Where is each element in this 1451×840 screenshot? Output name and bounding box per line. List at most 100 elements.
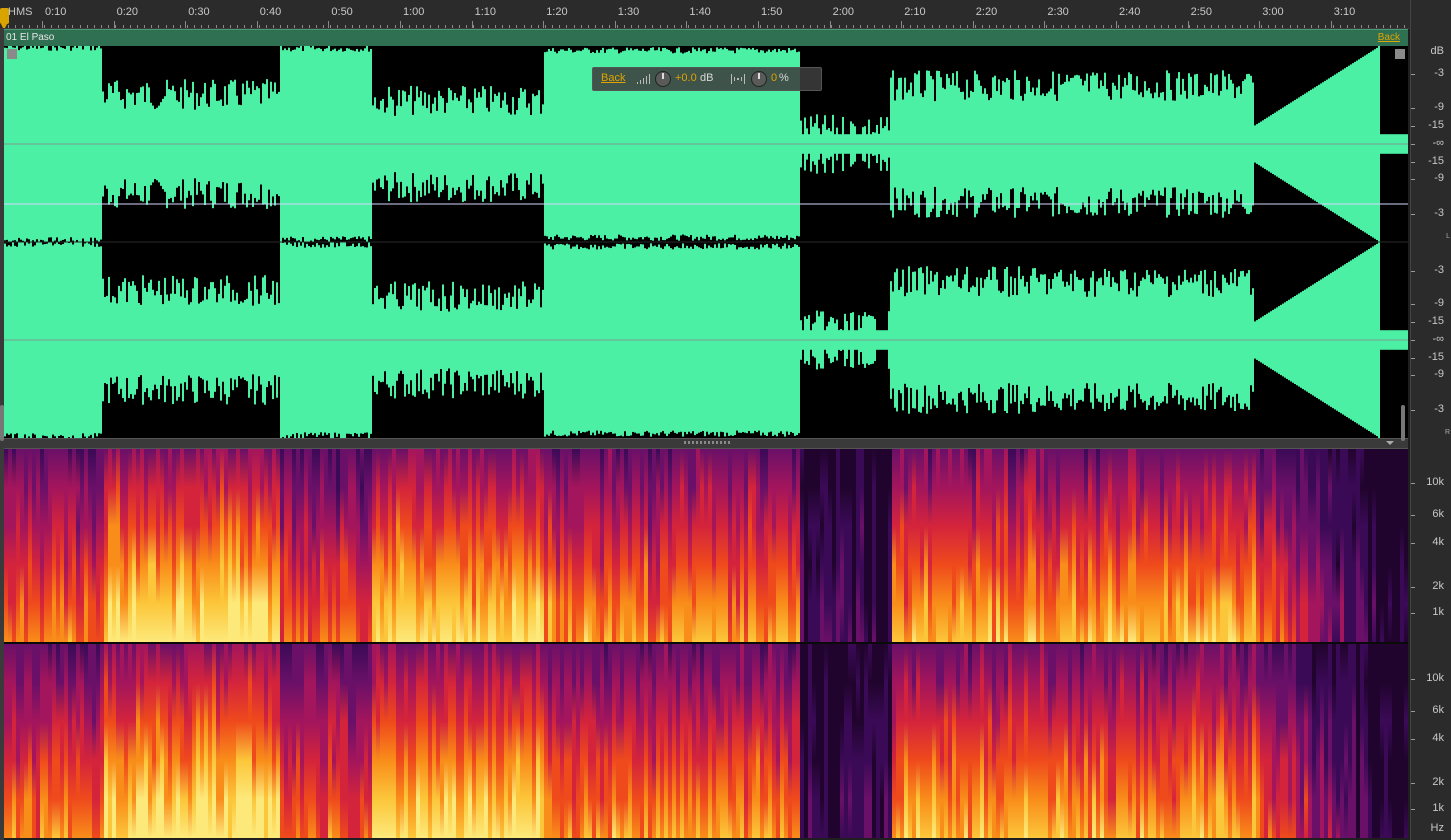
waveform-silence-bar xyxy=(1138,242,1140,287)
waveform-silence-bar xyxy=(1384,153,1386,242)
waveform-silence-bar xyxy=(988,187,990,242)
waveform-silence-bar xyxy=(946,404,948,438)
waveform-silence-bar xyxy=(586,242,588,249)
waveform-silence-bar xyxy=(236,387,238,438)
waveform-corner-right-button[interactable] xyxy=(1395,49,1405,59)
spectrogram-column xyxy=(536,449,540,642)
db-label-left: -15 xyxy=(1428,155,1444,167)
waveform-silence-bar xyxy=(696,46,698,52)
waveform-silence-bar xyxy=(998,389,1000,438)
hz-unit-label: Hz xyxy=(1430,822,1444,834)
divider-arrow-icon[interactable] xyxy=(1386,441,1394,445)
waveform-silence-bar xyxy=(870,242,872,316)
waveform-silence-bar xyxy=(678,242,680,248)
spectrogram-column xyxy=(512,644,516,838)
waveform-silence-bar xyxy=(418,242,420,289)
waveform-silence-bar xyxy=(118,242,120,286)
gain-value[interactable]: +0.0 xyxy=(675,72,697,84)
spectrogram-column xyxy=(1356,449,1360,642)
spectrogram-column xyxy=(760,644,764,838)
waveform-silence-bar xyxy=(956,411,958,438)
waveform-silence-bar xyxy=(342,46,344,52)
waveform-silence-bar xyxy=(276,242,278,283)
waveform-silence-bar xyxy=(206,242,208,300)
spectrogram-column xyxy=(52,644,56,838)
waveform-silence-bar xyxy=(720,242,722,249)
clip-back-link[interactable]: Back xyxy=(1378,32,1400,43)
waveform-silence-bar xyxy=(112,46,114,93)
waveform-silence-bar xyxy=(1050,391,1052,438)
spectrogram-column xyxy=(460,449,464,642)
pan-value[interactable]: 0 xyxy=(771,72,777,84)
time-ruler[interactable]: HMS 0:10 0:20 0:30 0:40 0:50 1:00 1:10 1:20 1:30… xyxy=(0,0,1410,29)
waveform-silence-bar xyxy=(1010,403,1012,438)
spectrogram-column xyxy=(712,644,716,838)
waveform-silence-bar xyxy=(440,192,442,242)
spectrogram-column xyxy=(1404,644,1408,838)
waveform-silence-bar xyxy=(1230,242,1232,273)
spectrogram-left-channel[interactable] xyxy=(4,449,1408,642)
pan-knob[interactable] xyxy=(751,71,767,87)
spectrogram-column xyxy=(648,644,652,838)
spectrogram-column xyxy=(1272,644,1276,838)
waveform-silence-bar xyxy=(886,349,888,438)
scale-tick xyxy=(1411,322,1415,323)
waveform-corner-left-button[interactable] xyxy=(7,49,17,59)
waveform-silence-bar xyxy=(1312,242,1314,285)
waveform-silence-bar xyxy=(610,46,612,49)
spectrogram-column xyxy=(488,644,492,838)
spectrogram-column xyxy=(872,449,876,642)
waveform-silence-bar xyxy=(754,430,756,438)
waveform-silence-bar xyxy=(758,430,760,438)
waveform-silence-bar xyxy=(698,242,700,248)
waveform-silence-bar xyxy=(964,242,966,275)
waveform-display[interactable] xyxy=(4,46,1408,438)
spectrogram-column xyxy=(296,449,300,642)
waveform-silence-bar xyxy=(710,46,712,49)
waveform-silence-bar xyxy=(1140,399,1142,438)
waveform-silence-bar xyxy=(1154,242,1156,271)
spectrogram-column xyxy=(912,449,916,642)
waveform-silence-bar xyxy=(184,242,186,298)
waveform-silence-bar xyxy=(940,210,942,242)
clip-header[interactable]: 01 El Paso Back xyxy=(4,29,1408,46)
waveform-silence-bar xyxy=(516,46,518,111)
waveform-silence-bar xyxy=(660,46,662,52)
right-resize-handle[interactable] xyxy=(1401,405,1405,441)
waveform-silence-bar xyxy=(82,238,84,242)
waveform-silence-bar xyxy=(1258,46,1260,123)
waveform-silence-bar xyxy=(1198,46,1200,97)
gain-knob[interactable] xyxy=(655,71,671,87)
waveform-silence-bar xyxy=(1206,395,1208,438)
waveform-silence-bar xyxy=(936,217,938,242)
waveform-silence-bar xyxy=(252,374,254,438)
spectrogram-column xyxy=(1096,449,1100,642)
waveform-silence-bar xyxy=(1310,46,1312,90)
vertical-scale[interactable]: dB -3 -9 -15 -∞ -15 -9 -3 -3 -9 -15 -∞ -15 -9 -3 L R … xyxy=(1401,0,1451,840)
waveform-silence-bar xyxy=(1174,46,1176,101)
db-label-left: -9 xyxy=(1434,101,1444,113)
waveform-silence-bar xyxy=(1348,418,1350,438)
spectrogram-column xyxy=(1300,449,1304,642)
divider-grip[interactable] xyxy=(684,441,730,444)
waveform-silence-bar xyxy=(814,242,816,323)
waveform-silence-bar xyxy=(930,46,932,76)
spectrogram-column xyxy=(528,644,532,838)
waveform-silence-bar xyxy=(152,182,154,242)
waveform-silence-bar xyxy=(128,46,130,93)
spectrogram-column xyxy=(772,644,776,838)
ruler-tick-label: 2:50 xyxy=(1190,6,1213,18)
spectrogram-right-channel[interactable] xyxy=(4,644,1408,838)
waveform-silence-bar xyxy=(808,242,810,316)
waveform-silence-bar xyxy=(1210,46,1212,74)
spectrogram-column xyxy=(1336,449,1340,642)
waveform-silence-bar xyxy=(828,159,830,242)
view-divider[interactable] xyxy=(4,438,1408,449)
waveform-silence-bar xyxy=(894,187,896,242)
waveform-silence-bar xyxy=(1030,242,1032,276)
ruler-minor-tick xyxy=(29,25,31,28)
hud-back-link[interactable]: Back xyxy=(601,72,625,84)
waveform-silence-bar xyxy=(716,46,718,48)
waveform-silence-bar xyxy=(466,242,468,290)
waveform-silence-bar xyxy=(1286,242,1288,302)
